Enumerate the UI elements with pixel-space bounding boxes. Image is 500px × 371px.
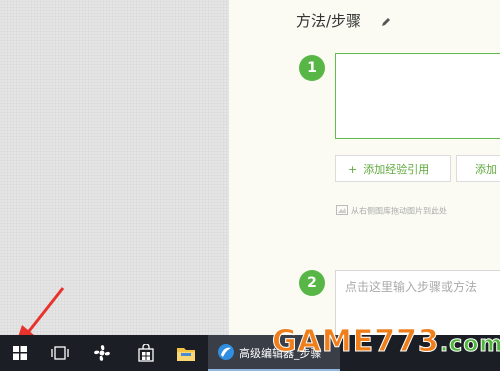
drag-image-hint-text: 从右侧图库拖动图片到此处 (351, 206, 447, 216)
fan-icon (94, 345, 110, 361)
step-1-input[interactable] (335, 53, 500, 139)
drag-image-hint: 从右侧图库拖动图片到此处 (336, 205, 447, 217)
section-title: 方法/步骤 (296, 12, 362, 30)
task-view-button[interactable] (40, 335, 80, 371)
store-button[interactable] (126, 335, 166, 371)
folder-icon (177, 347, 195, 361)
file-explorer-button[interactable] (166, 335, 206, 371)
plus-icon: + (348, 163, 358, 176)
editor-content: 方法/步骤 1 + 添加经验引用 添加 从右侧图库拖动图片到此处 2 点击这里输入… (229, 0, 500, 336)
start-button[interactable] (0, 335, 40, 371)
windows-icon (13, 346, 27, 360)
add-experience-ref-label: 添加经验引用 (363, 163, 430, 176)
step-2-badge: 2 (299, 270, 325, 296)
add-experience-ref-button[interactable]: + 添加经验引用 (335, 155, 451, 182)
browser-app-icon (218, 344, 234, 360)
task-view-icon (51, 346, 69, 360)
edit-pencil-icon[interactable] (381, 12, 391, 31)
image-icon (336, 205, 348, 217)
step-2-placeholder: 点击这里输入步骤或方法 (345, 280, 478, 294)
add-more-label: 添加 (475, 163, 497, 176)
watermark-suffix: .com (439, 332, 500, 358)
add-more-button[interactable]: 添加 (456, 155, 500, 182)
watermark-main: GAME773 (272, 324, 440, 360)
step-1-badge: 1 (299, 55, 325, 81)
site-watermark: GAME773.com (272, 324, 500, 360)
fan-app-button[interactable] (82, 335, 122, 371)
store-bag-icon (138, 344, 154, 362)
